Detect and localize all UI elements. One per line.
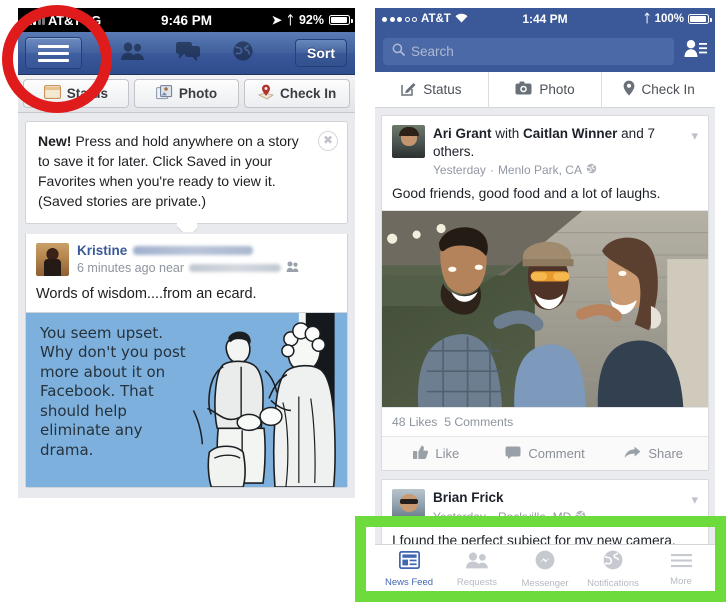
tip-lead: New! — [38, 133, 72, 149]
annotation-rect-tabbar — [355, 516, 726, 602]
tab-status-label: Status — [423, 82, 462, 97]
tab-status[interactable]: Status — [375, 72, 488, 107]
photo-button[interactable]: Photo — [133, 79, 240, 108]
post-author-name[interactable]: Ari Grant — [433, 126, 492, 141]
comments-count[interactable]: 5 Comments — [444, 415, 513, 429]
like-button[interactable]: Like — [382, 445, 491, 462]
like-button-label: Like — [435, 446, 460, 462]
right-news-feed: Ari Grant with Caitlan Winner and 7 othe… — [375, 108, 715, 558]
map-pin-icon — [623, 80, 635, 99]
tab-checkin-label: Check In — [641, 82, 695, 97]
friends-audience-icon — [286, 261, 299, 275]
left-navbar-icons — [120, 40, 254, 67]
post-author-name[interactable]: Brian Frick — [433, 490, 504, 505]
avatar[interactable] — [36, 242, 69, 276]
comment-button-label: Comment — [528, 446, 585, 462]
search-placeholder: Search — [411, 43, 454, 59]
post-meta: Ari Grant with Caitlan Winner and 7 othe… — [433, 125, 698, 177]
tab-photo[interactable]: Photo — [487, 72, 602, 107]
likes-count[interactable]: 48 Likes — [392, 415, 437, 429]
left-status-right: ➤ ᛏ 92% — [271, 13, 353, 27]
post-photo-image — [382, 211, 708, 408]
post-action-bar: Like Comment Share — [382, 436, 708, 471]
post-timestamp: 6 minutes ago near — [77, 260, 185, 275]
map-pin-icon — [257, 84, 275, 103]
checkin-button-label: Check In — [280, 86, 337, 101]
post-header: Ari Grant with Caitlan Winner and 7 othe… — [382, 116, 708, 184]
battery-icon — [329, 15, 353, 25]
location-arrow-icon: ➤ — [271, 13, 282, 27]
ecard-image[interactable]: You seem upset. Why don't you post more … — [25, 311, 348, 487]
bluetooth-icon: ᛏ — [643, 13, 651, 25]
redacted-tag-text — [133, 245, 254, 255]
post-timestamp: Yesterday — [433, 163, 486, 178]
sort-button[interactable]: Sort — [295, 39, 347, 67]
camera-icon — [515, 81, 532, 98]
right-status-right: ᛏ 100% — [643, 13, 712, 25]
saved-stories-tip-card: New! Press and hold anywhere on a story … — [25, 121, 348, 224]
post-author-row: Ari Grant with Caitlan Winner and 7 othe… — [433, 125, 676, 161]
comment-bubble-icon — [505, 446, 521, 462]
tip-text: New! Press and hold anywhere on a story … — [38, 132, 309, 212]
share-button[interactable]: Share — [599, 446, 708, 462]
battery-icon — [688, 14, 712, 24]
post-message: Words of wisdom....from an ecard. — [36, 285, 257, 302]
comment-button[interactable]: Comment — [491, 446, 600, 462]
friends-icon[interactable] — [120, 41, 145, 65]
post-author-name[interactable]: Kristine — [77, 243, 127, 258]
friend-requests-icon[interactable] — [684, 39, 707, 63]
checkin-button[interactable]: Check In — [244, 79, 351, 108]
post-connector: with — [491, 126, 524, 141]
globe-privacy-icon — [586, 163, 597, 177]
right-search-bar: Search — [375, 30, 715, 72]
search-icon — [392, 43, 405, 59]
status-compose-icon — [401, 81, 416, 99]
search-input[interactable]: Search — [383, 37, 674, 65]
post-photo[interactable] — [382, 210, 708, 409]
post-location[interactable]: Menlo Park, CA — [498, 163, 582, 177]
post-header: Kristine 6 minutes ago near — [26, 234, 347, 282]
post-timestamp-row: Yesterday · Menlo Park, CA — [433, 163, 676, 177]
post-author-row: Kristine — [77, 243, 337, 258]
share-button-label: Share — [648, 446, 684, 462]
chevron-down-icon[interactable]: ▾ — [691, 492, 698, 508]
annotation-circle-hamburger — [2, 5, 112, 113]
tip-pointer-arrow — [177, 222, 197, 232]
post-cotag-name[interactable]: Caitlan Winner — [523, 126, 617, 141]
battery-percent-label: 92% — [298, 13, 324, 27]
chevron-down-icon[interactable]: ▾ — [691, 128, 698, 144]
messages-icon[interactable] — [176, 41, 201, 66]
ecard-caption: You seem upset. Why don't you post more … — [40, 323, 186, 459]
post-ari-grant: Ari Grant with Caitlan Winner and 7 othe… — [381, 115, 709, 472]
post-meta: Kristine 6 minutes ago near — [77, 243, 337, 276]
avatar[interactable] — [392, 125, 425, 158]
photo-icon — [155, 84, 173, 103]
tab-photo-label: Photo — [539, 82, 575, 97]
meta-separator: · — [489, 163, 494, 178]
post-timestamp-row: 6 minutes ago near — [77, 261, 337, 275]
close-x-icon[interactable]: ✖ — [318, 131, 338, 151]
share-arrow-icon — [624, 446, 641, 462]
globe-notifications-icon[interactable] — [232, 40, 254, 67]
battery-percent-label: 100% — [654, 13, 684, 25]
ecard-illustration — [192, 312, 336, 487]
right-phone-screenshot: AT&T 1:44 PM ᛏ 100% Search Status Photo … — [375, 8, 715, 594]
post-stats[interactable]: 48 Likes 5 Comments — [382, 408, 708, 436]
photo-button-label: Photo — [178, 86, 218, 101]
tip-body: Press and hold anywhere on a story to sa… — [38, 133, 299, 209]
left-news-feed: New! Press and hold anywhere on a story … — [18, 113, 355, 488]
thumbs-up-icon — [413, 445, 429, 462]
post-message: Good friends, good food and a lot of lau… — [392, 186, 661, 202]
right-composer-tabs: Status Photo Check In — [375, 72, 715, 108]
right-status-bar: AT&T 1:44 PM ᛏ 100% — [375, 8, 715, 30]
tab-checkin[interactable]: Check In — [601, 72, 715, 107]
screenshot-stage: AT&T 4G 9:46 PM ➤ ᛏ 92% Sort Status Phot… — [0, 0, 726, 602]
bluetooth-icon: ᛏ — [286, 13, 294, 27]
redacted-location-text — [189, 263, 282, 272]
left-post-kristine: Kristine 6 minutes ago near Words of wis… — [25, 233, 348, 488]
post-author-row: Brian Frick — [433, 489, 676, 507]
